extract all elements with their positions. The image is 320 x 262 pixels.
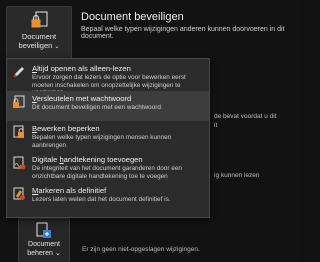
background-text: ig kunnen lezen — [214, 172, 260, 179]
menu-item-always-open-read-only[interactable]: Altijd openen als alleen-lezen Ervoor zo… — [7, 61, 209, 96]
manage-document-button[interactable]: Document beheren ⌄ — [18, 218, 70, 262]
background-text: it — [214, 122, 218, 129]
signature-icon — [12, 156, 26, 170]
chevron-down-icon: ⌄ — [54, 44, 60, 50]
pencil-icon — [12, 65, 26, 79]
menu-item-description: Lezers laten weten dat het document defi… — [32, 196, 171, 203]
manage-document-icon — [34, 221, 54, 241]
manage-document-label: Document beheren ⌄ — [27, 241, 61, 257]
key-lock-icon — [12, 95, 26, 109]
menu-item-restrict-editing[interactable]: Bewerken beperken Bepalen welke typen wi… — [7, 121, 209, 151]
menu-item-encrypt-with-password[interactable]: Versleutelen met wachtwoord Dit document… — [7, 91, 209, 121]
chevron-down-icon: ⌄ — [54, 249, 61, 257]
menu-item-description: Dit document beveiligen met een wachtwoo… — [32, 104, 161, 111]
menu-item-title: Bewerken beperken — [32, 124, 100, 133]
section-title: Document beveiligen — [81, 11, 184, 23]
section-description: Bepaal welke typen wijzigingen anderen k… — [81, 26, 285, 40]
protect-document-label: Document beveiligen ⌄ — [18, 32, 60, 50]
menu-item-add-digital-signature[interactable]: Digitale handtekening toevoegen De integ… — [7, 152, 209, 182]
menu-item-description: De integriteit van het document garander… — [32, 165, 182, 180]
protect-document-menu: Altijd openen als alleen-lezen Ervoor zo… — [6, 58, 210, 218]
menu-item-title: Markeren als definitief — [32, 186, 107, 195]
lock-document-icon — [29, 11, 51, 31]
menu-item-title: Digitale handtekening toevoegen — [32, 155, 143, 164]
menu-item-title: Versleutelen met wachtwoord — [32, 94, 132, 103]
document-lock-icon — [12, 125, 26, 139]
menu-item-description: Bepalen welke typen wijzigingen mensen k… — [32, 134, 172, 149]
background-text: de bevat voordat u dit — [214, 113, 277, 120]
backstage-info-page: Document beveiligen ⌄ Document beveilige… — [0, 0, 300, 262]
final-mark-icon — [12, 187, 26, 201]
protect-document-button[interactable]: Document beveiligen ⌄ — [6, 6, 72, 60]
unsaved-changes-text: Er zijn geen niet-opgeslagen wijzigingen… — [82, 246, 200, 253]
menu-item-mark-as-final[interactable]: Markeren als definitief Lezers laten wet… — [7, 183, 209, 213]
menu-item-title: Altijd openen als alleen-lezen — [32, 64, 131, 73]
